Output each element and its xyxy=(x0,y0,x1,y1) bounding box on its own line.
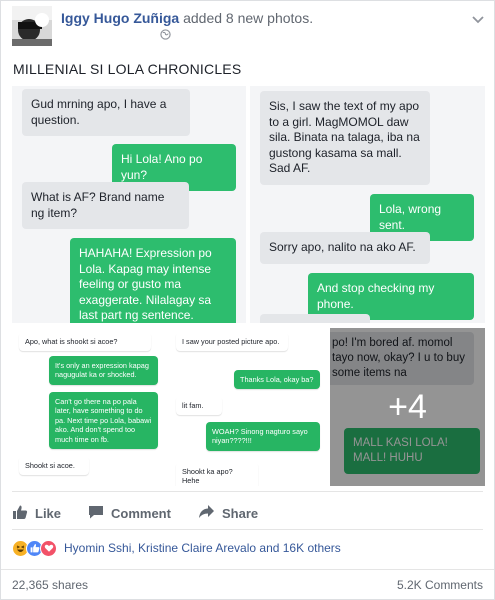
comments-count[interactable]: 5.2K Comments xyxy=(397,578,483,592)
shares-count[interactable]: 22,365 shares xyxy=(12,578,88,592)
chat-bubble: What is AF? Brand name ng item? xyxy=(22,182,189,230)
reaction-summary[interactable]: Hyomin Sshi, Kristine Claire Arevalo and… xyxy=(12,539,341,557)
globe-icon xyxy=(160,29,171,43)
thumbs-up-icon xyxy=(12,504,28,523)
action-bar: Like Comment Share xyxy=(12,498,485,528)
chat-bubble: Sis, I saw the text of my apo to a girl.… xyxy=(260,91,430,185)
more-photos-count[interactable]: +4 xyxy=(330,388,485,427)
post-header-line: Iggy Hugo Zuñiga added 8 new photos. xyxy=(61,10,313,26)
chat-bubble: Apo, what is shookt si acoe? xyxy=(19,332,151,352)
reaction-names[interactable]: Hyomin Sshi, Kristine Claire Arevalo and… xyxy=(64,541,341,555)
share-icon xyxy=(198,504,215,523)
chevron-down-icon[interactable] xyxy=(472,11,484,29)
divider xyxy=(12,529,483,530)
comment-button[interactable]: Comment xyxy=(88,498,171,528)
like-button[interactable]: Like xyxy=(12,498,61,528)
chat-bubble: lit fam. xyxy=(176,396,222,416)
chat-bubble: Shookt ka apo? Hehe xyxy=(176,462,258,486)
photo-5[interactable]: po! I'm bored af. momol tayo now, okay? … xyxy=(330,328,485,486)
author-name[interactable]: Iggy Hugo Zuñiga xyxy=(61,10,179,26)
divider xyxy=(12,491,483,492)
author-avatar[interactable] xyxy=(12,6,52,46)
like-label: Like xyxy=(35,505,62,521)
chat-bubble: Shookt si acoe. xyxy=(19,456,89,476)
chat-bubble: HAHAHA! Expression po Lola. Kapag may in… xyxy=(70,238,236,323)
photo-3[interactable]: Apo, what is shookt si acoe? It's only a… xyxy=(12,328,167,486)
love-icon xyxy=(40,539,57,557)
chat-bubble: Love you AF apo xyxy=(260,314,370,323)
chat-bubble: Gud mrning apo, I have a question. xyxy=(22,89,190,137)
chat-bubble: It's only an expression kapag nagugulat … xyxy=(49,356,158,385)
feed-post: Iggy Hugo Zuñiga added 8 new photos. MIL… xyxy=(0,0,495,600)
chat-bubble: Can't go there na po pala later, have so… xyxy=(49,392,158,450)
photo-4[interactable]: I saw your posted picture apo. Thanks Lo… xyxy=(171,328,326,486)
share-label: Share xyxy=(222,505,259,521)
photo-1[interactable]: Gud mrning apo, I have a question. Hi Lo… xyxy=(12,86,246,323)
chat-bubble: Sorry apo, nalito na ako AF. xyxy=(260,232,430,264)
share-button[interactable]: Share xyxy=(198,498,258,528)
post-stats: 22,365 shares 5.2K Comments xyxy=(1,569,494,600)
post-meta xyxy=(61,29,171,43)
post-action-text: added 8 new photos. xyxy=(183,10,314,26)
comment-icon xyxy=(88,504,104,523)
photo-grid: Gud mrning apo, I have a question. Hi Lo… xyxy=(12,86,485,486)
chat-bubble: I saw your posted picture apo. xyxy=(176,332,288,352)
post-timestamp[interactable] xyxy=(61,31,155,42)
chat-bubble: WOAH? Sinong nagturo sayo niyan????!!! xyxy=(206,422,320,451)
comment-label: Comment xyxy=(111,505,171,521)
chat-bubble: Thanks Lola, okay ba? xyxy=(234,370,320,390)
photo-2[interactable]: Sis, I saw the text of my apo to a girl.… xyxy=(250,86,485,323)
post-text: MILLENIAL SI LOLA CHRONICLES xyxy=(13,61,242,77)
